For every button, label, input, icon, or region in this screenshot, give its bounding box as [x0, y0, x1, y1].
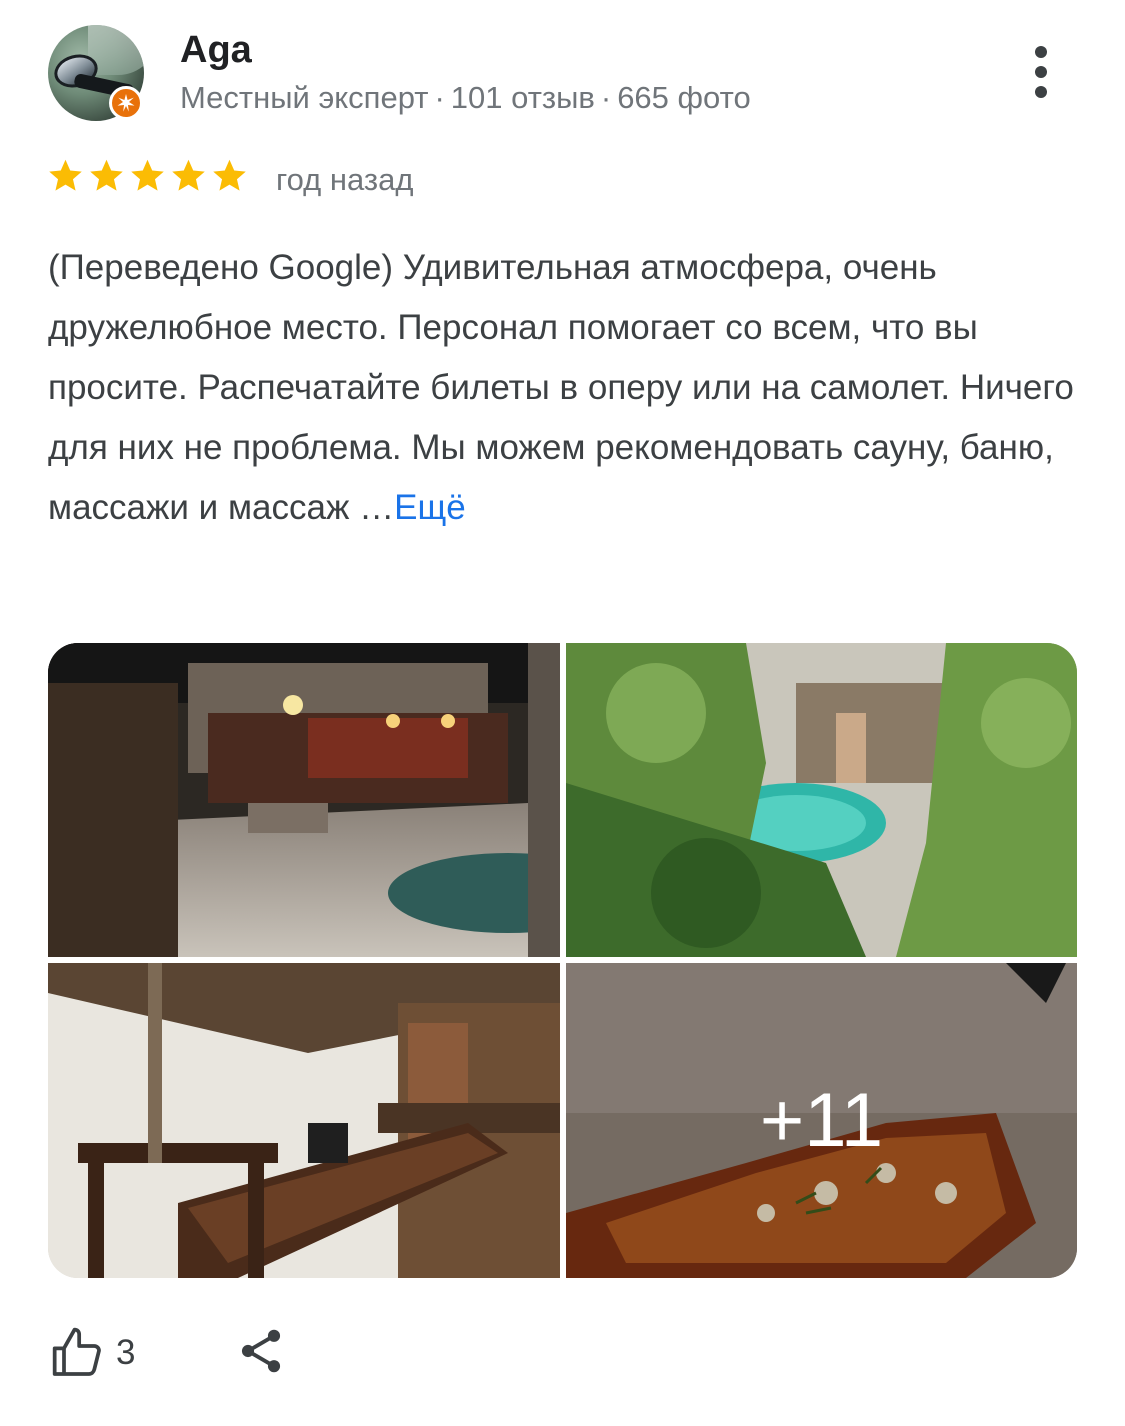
- like-count: 3: [116, 1333, 136, 1372]
- meta-separator: ·: [600, 80, 612, 115]
- reviewer-meta: Местный эксперт · 101 отзыв · 665 фото: [180, 78, 751, 118]
- reviewer-level: Местный эксперт: [180, 80, 429, 115]
- star-icon: [172, 159, 205, 191]
- photo-grid: +11: [48, 643, 1077, 1278]
- local-guide-badge-icon: [109, 86, 143, 120]
- review-photo-food[interactable]: +11: [566, 963, 1077, 1278]
- star-icon: [49, 159, 82, 191]
- review-actions: 3: [50, 1318, 287, 1388]
- like-button[interactable]: 3: [50, 1325, 135, 1381]
- reviewer-review-count: 101 отзыв: [450, 80, 595, 115]
- share-icon: [242, 1329, 281, 1372]
- review-photo-pool[interactable]: [566, 643, 1077, 957]
- star-icon: [131, 159, 164, 191]
- more-photos-count[interactable]: +11: [566, 963, 1077, 1278]
- meta-separator: ·: [434, 80, 445, 115]
- more-link[interactable]: Ещё: [394, 488, 466, 527]
- star-rating: [46, 156, 249, 200]
- review-body: (Переведено Google) Удивительная атмосфе…: [48, 248, 1074, 527]
- review-photo-gazebo[interactable]: [48, 963, 560, 1278]
- star-icon: [213, 159, 246, 191]
- reviewer-name[interactable]: Aga: [180, 28, 252, 72]
- thumb-up-icon: [52, 1327, 101, 1376]
- review-photo-interior[interactable]: [48, 643, 560, 957]
- reviewer-photo-count: 665 фото: [617, 80, 751, 115]
- review-text: (Переведено Google) Удивительная атмосфе…: [48, 238, 1088, 538]
- more-vert-icon[interactable]: [1016, 42, 1066, 102]
- share-button[interactable]: [235, 1323, 287, 1384]
- review-time: год назад: [276, 162, 414, 197]
- star-icon: [90, 159, 123, 191]
